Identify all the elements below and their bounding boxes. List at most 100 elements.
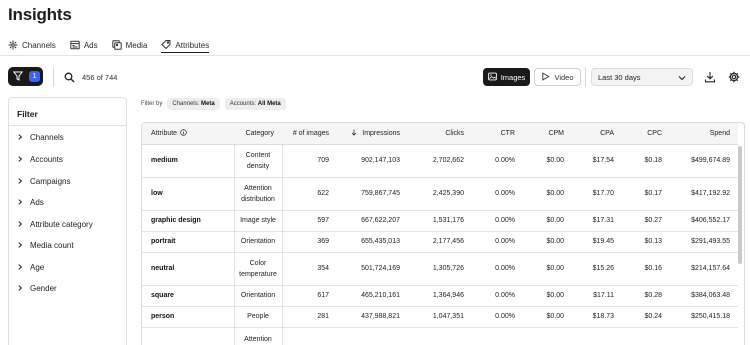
cell-spend: $291,493.55	[670, 231, 738, 253]
download-icon[interactable]	[704, 70, 716, 83]
toolbar-divider	[585, 67, 586, 87]
sort-descending-icon[interactable]	[351, 129, 357, 137]
images-label: Images	[500, 72, 526, 82]
filter-chip-accounts[interactable]: Accounts: All Meta	[224, 98, 286, 110]
cell-images: 617	[282, 285, 337, 307]
column-header-images[interactable]: # of images	[282, 123, 337, 145]
filter-chip-channels[interactable]: Channels: Meta	[167, 98, 220, 110]
cell-cpa: $17.31	[572, 210, 622, 232]
sidebar-item-campaigns[interactable]: Campaigns	[17, 177, 70, 186]
sidebar-item-label: Campaigns	[30, 177, 71, 186]
cell-impressions: 465,210,161	[337, 285, 408, 307]
cell-category: Attention distribution	[233, 177, 283, 211]
column-header-cpm[interactable]: CPM	[523, 123, 572, 145]
cell-category: Image style	[233, 210, 283, 232]
video-label: Video	[554, 72, 574, 82]
date-range-value: Last 30 days	[598, 72, 641, 82]
chevron-right-icon	[17, 155, 23, 164]
category-line: temperature	[239, 270, 277, 278]
chevron-right-icon	[17, 241, 23, 250]
cell-images: 622	[282, 177, 337, 211]
sidebar-item-media-count[interactable]: Media count	[17, 241, 74, 250]
cell-attribute: medium	[142, 144, 234, 178]
cell-cpc: $0.24	[622, 306, 670, 328]
cell-cpa: $15.26	[572, 252, 622, 286]
table-row[interactable]: neutral Color temperature 354 501,724,169 1,3…	[142, 252, 738, 286]
image-icon	[487, 72, 497, 83]
cell-clicks: 2,177,456	[408, 231, 472, 253]
cell-category: Orientation	[233, 231, 283, 253]
date-range-select[interactable]: Last 30 days	[591, 68, 693, 86]
table-header-row: Attribute Category # of images Impressio…	[142, 123, 738, 145]
tab-divider	[0, 55, 750, 56]
sidebar-item-accounts[interactable]: Accounts	[17, 155, 63, 164]
category-line: distribution	[241, 195, 275, 203]
column-header-clicks[interactable]: Clicks	[408, 123, 472, 145]
column-header-cpa[interactable]: CPA	[572, 123, 622, 145]
tab-media[interactable]: Media	[111, 38, 147, 53]
sidebar-item-label: Ads	[30, 198, 44, 207]
chip-key: Accounts:	[229, 101, 257, 107]
cell-cpc: $0.17	[622, 177, 670, 211]
sidebar-item-label: Accounts	[30, 155, 63, 164]
sidebar-item-gender[interactable]: Gender	[17, 284, 57, 293]
cell-cpm: $0.00	[523, 306, 572, 328]
filter-toggle-button[interactable]: 1	[8, 67, 43, 86]
cell-images: 597	[282, 210, 337, 232]
cell-impressions: 501,724,169	[337, 252, 408, 286]
table-row[interactable]: portrait Orientation 369 655,435,013 2,177,4…	[142, 231, 738, 253]
table-row[interactable]: square Orientation 617 465,210,161 1,364,946…	[142, 285, 738, 307]
tab-channels[interactable]: Channels	[8, 38, 56, 53]
cell-spend	[670, 327, 738, 345]
cell-category: Attention	[233, 327, 283, 345]
cell-impressions: 667,622,207	[337, 210, 408, 232]
category-line: Content	[245, 151, 271, 159]
tab-attributes[interactable]: Attributes	[161, 38, 210, 53]
sidebar-item-attribute-category[interactable]: Attribute category	[17, 220, 93, 229]
cell-images: 369	[282, 231, 337, 253]
table-row[interactable]: Attention	[142, 327, 738, 345]
tab-ads[interactable]: Ads	[70, 38, 98, 53]
column-header-impressions[interactable]: Impressions	[337, 123, 408, 145]
column-header-category[interactable]: Category	[234, 123, 282, 145]
chevron-right-icon	[17, 198, 23, 207]
table-row[interactable]: person People 281 437,988,821 1,047,351 0.00%…	[142, 306, 738, 328]
sidebar-item-ads[interactable]: Ads	[17, 198, 44, 207]
chip-value: Meta	[201, 101, 215, 107]
category-line: Attention	[244, 184, 272, 192]
sidebar-item-age[interactable]: Age	[17, 263, 44, 272]
gear-icon[interactable]	[728, 70, 740, 83]
table-scrollbar[interactable]	[738, 146, 742, 264]
column-header-attribute[interactable]: Attribute	[142, 123, 234, 145]
cell-spend: $417,192.92	[670, 177, 738, 211]
column-header-spend[interactable]: Spend	[670, 123, 738, 145]
sidebar-item-channels[interactable]: Channels	[17, 133, 64, 142]
table-row[interactable]: low Attention distribution 622 759,867,745 2,…	[142, 177, 738, 211]
cell-category: Orientation	[233, 285, 283, 307]
sidebar-item-label: Attribute category	[30, 220, 93, 229]
cell-cpm: $0.00	[523, 285, 572, 307]
cell-cpa: $17.11	[572, 285, 622, 307]
column-label: CTR	[500, 129, 515, 137]
info-icon[interactable]	[180, 129, 187, 136]
column-label: Category	[245, 129, 274, 137]
images-toggle-button[interactable]: Images	[483, 68, 530, 86]
column-header-ctr[interactable]: CTR	[472, 123, 523, 145]
cell-impressions: 437,988,821	[337, 306, 408, 328]
cell-attribute: square	[142, 285, 234, 307]
cell-ctr	[472, 327, 523, 345]
cell-cpa: $17.54	[572, 144, 622, 178]
cell-impressions: 902,147,103	[337, 144, 408, 178]
cell-cpm: $0.00	[523, 210, 572, 232]
column-label: CPC	[647, 129, 662, 137]
ads-icon	[70, 40, 80, 52]
cell-impressions: 759,867,745	[337, 177, 408, 211]
video-toggle-button[interactable]: Video	[534, 68, 581, 86]
cell-attribute: portrait	[142, 231, 234, 253]
chevron-right-icon	[17, 220, 23, 229]
table-body: medium Content density 709 902,147,103 2,702,…	[142, 144, 738, 345]
table-row[interactable]: medium Content density 709 902,147,103 2,702,…	[142, 144, 738, 178]
table-row[interactable]: graphic design Image style 597 667,622,207 1…	[142, 210, 738, 232]
column-header-cpc[interactable]: CPC	[622, 123, 670, 145]
search-icon[interactable]	[64, 70, 75, 83]
